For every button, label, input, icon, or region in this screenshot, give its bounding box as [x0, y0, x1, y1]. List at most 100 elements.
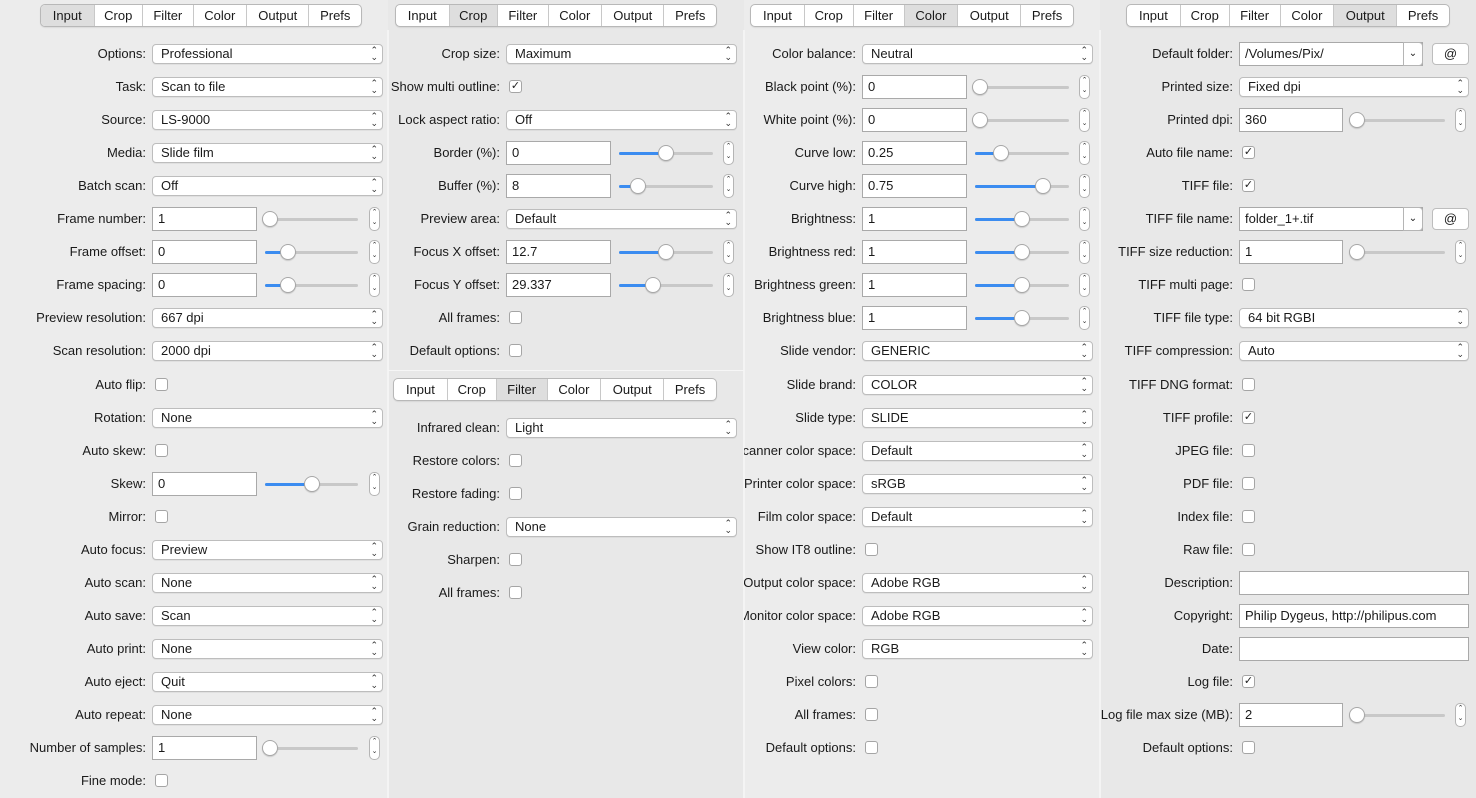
pixel-colors-checkbox[interactable] — [865, 675, 878, 688]
preview-resolution-select[interactable]: 667 dpi ⌃ ⌄ — [152, 308, 383, 328]
tab-input[interactable]: Input — [751, 5, 804, 26]
focus-y-offset-field[interactable]: 29.337 — [506, 273, 611, 297]
raw-file-checkbox[interactable] — [1242, 543, 1255, 556]
slide-type-select[interactable]: SLIDE ⌃ ⌄ — [862, 408, 1093, 428]
auto-file-name-checkbox[interactable]: ✓ — [1242, 146, 1255, 159]
brightness-green-stepper[interactable]: ⌃ ⌄ — [1079, 273, 1090, 297]
printed-dpi-stepper[interactable]: ⌃ ⌄ — [1455, 108, 1466, 132]
tab-prefs[interactable]: Prefs — [663, 379, 716, 400]
black-point-field[interactable]: 0 — [862, 75, 967, 99]
slider-knob[interactable] — [280, 277, 297, 293]
all-frames-checkbox[interactable] — [509, 586, 522, 599]
buffer-field[interactable]: 8 — [506, 174, 611, 198]
white-point-slider[interactable] — [971, 109, 1069, 131]
crop-size-select[interactable]: Maximum ⌃ ⌄ — [506, 44, 737, 64]
color-balance-select[interactable]: Neutral ⌃ ⌄ — [862, 44, 1093, 64]
focus-y-offset-slider[interactable] — [619, 274, 713, 296]
auto-print-select[interactable]: None ⌃ ⌄ — [152, 639, 383, 659]
auto-focus-select[interactable]: Preview ⌃ ⌄ — [152, 540, 383, 560]
slide-vendor-select[interactable]: GENERIC ⌃ ⌄ — [862, 341, 1093, 361]
jpeg-file-checkbox[interactable] — [1242, 444, 1255, 457]
sharpen-checkbox[interactable] — [509, 553, 522, 566]
tab-color[interactable]: Color — [1279, 5, 1334, 26]
tiff-size-reduction-slider[interactable] — [1348, 241, 1445, 263]
tiff-multi-page-checkbox[interactable] — [1242, 278, 1255, 291]
brightness-slider[interactable] — [975, 208, 1069, 230]
date-field[interactable] — [1239, 637, 1469, 661]
curve-high-stepper[interactable]: ⌃ ⌄ — [1079, 174, 1090, 198]
tab-input[interactable]: Input — [396, 5, 449, 26]
log-file-checkbox[interactable]: ✓ — [1242, 675, 1255, 688]
frame-offset-stepper[interactable]: ⌃ ⌄ — [369, 240, 380, 264]
printer-color-space-select[interactable]: sRGB ⌃ ⌄ — [862, 474, 1093, 494]
tab-output[interactable]: Output — [600, 379, 663, 400]
tab-color[interactable]: Color — [192, 5, 247, 26]
tiff-dng-format-checkbox[interactable] — [1242, 378, 1255, 391]
auto-repeat-select[interactable]: None ⌃ ⌄ — [152, 705, 383, 725]
preview-area-select[interactable]: Default ⌃ ⌄ — [506, 209, 737, 229]
default-options-checkbox[interactable] — [509, 344, 522, 357]
copyright-field[interactable]: Philip Dygeus, http://philipus.com — [1239, 604, 1469, 628]
tab-crop[interactable]: Crop — [93, 5, 143, 26]
slider-knob[interactable] — [993, 145, 1010, 161]
brightness-blue-field[interactable]: 1 — [862, 306, 967, 330]
tab-filter[interactable]: Filter — [852, 5, 904, 26]
slider-knob[interactable] — [1034, 178, 1051, 194]
tiff-compression-select[interactable]: Auto ⌃ ⌄ — [1239, 341, 1469, 361]
buffer-stepper[interactable]: ⌃ ⌄ — [723, 174, 734, 198]
frame-spacing-stepper[interactable]: ⌃ ⌄ — [369, 273, 380, 297]
focus-x-offset-stepper[interactable]: ⌃ ⌄ — [723, 240, 734, 264]
tab-color[interactable]: Color — [547, 5, 602, 26]
default-options-checkbox[interactable] — [1242, 741, 1255, 754]
brightness-green-slider[interactable] — [975, 274, 1069, 296]
output-color-space-select[interactable]: Adobe RGB ⌃ ⌄ — [862, 573, 1093, 593]
tab-crop[interactable]: Crop — [1179, 5, 1229, 26]
focus-x-offset-field[interactable]: 12.7 — [506, 240, 611, 264]
slider-knob[interactable] — [1348, 112, 1365, 128]
default-options-checkbox[interactable] — [865, 741, 878, 754]
tiff-profile-checkbox[interactable]: ✓ — [1242, 411, 1255, 424]
source-select[interactable]: LS-9000 ⌃ ⌄ — [152, 110, 383, 130]
border-slider[interactable] — [619, 142, 713, 164]
monitor-color-space-select[interactable]: Adobe RGB ⌃ ⌄ — [862, 606, 1093, 626]
tab-filter[interactable]: Filter — [1228, 5, 1280, 26]
log-file-max-size-mb-field[interactable]: 2 — [1239, 703, 1343, 727]
tab-color[interactable]: Color — [903, 5, 958, 26]
scanner-color-space-select[interactable]: Default ⌃ ⌄ — [862, 441, 1093, 461]
fine-mode-checkbox[interactable] — [155, 774, 168, 787]
slider-knob[interactable] — [971, 79, 988, 95]
black-point-stepper[interactable]: ⌃ ⌄ — [1079, 75, 1090, 99]
tiff-size-reduction-stepper[interactable]: ⌃ ⌄ — [1455, 240, 1466, 264]
slider-knob[interactable] — [1014, 310, 1030, 326]
chevron-down-icon[interactable]: ⌄ — [1403, 207, 1423, 231]
slider-knob[interactable] — [261, 211, 278, 227]
log-file-max-size-mb-stepper[interactable]: ⌃ ⌄ — [1455, 703, 1466, 727]
slider-knob[interactable] — [1348, 707, 1365, 723]
tab-filter[interactable]: Filter — [497, 5, 548, 26]
frame-number-slider[interactable] — [261, 208, 358, 230]
curve-low-slider[interactable] — [975, 142, 1069, 164]
brightness-blue-slider[interactable] — [975, 307, 1069, 329]
auto-skew-checkbox[interactable] — [155, 444, 168, 457]
brightness-red-field[interactable]: 1 — [862, 240, 967, 264]
log-file-max-size-mb-slider[interactable] — [1348, 704, 1445, 726]
tab-prefs[interactable]: Prefs — [308, 5, 361, 26]
focus-y-offset-stepper[interactable]: ⌃ ⌄ — [723, 273, 734, 297]
auto-scan-select[interactable]: None ⌃ ⌄ — [152, 573, 383, 593]
view-color-select[interactable]: RGB ⌃ ⌄ — [862, 639, 1093, 659]
tiff-file-name-combo[interactable]: folder_1+.tif ⌄ — [1239, 207, 1423, 231]
slider-knob[interactable] — [629, 178, 646, 194]
skew-slider[interactable] — [265, 473, 358, 495]
frame-number-stepper[interactable]: ⌃ ⌄ — [369, 207, 380, 231]
curve-low-field[interactable]: 0.25 — [862, 141, 967, 165]
tiff-file-name-at-button[interactable]: @ — [1432, 208, 1469, 230]
tab-prefs[interactable]: Prefs — [663, 5, 716, 26]
tab-crop[interactable]: Crop — [448, 5, 498, 26]
scan-resolution-select[interactable]: 2000 dpi ⌃ ⌄ — [152, 341, 383, 361]
default-folder-at-button[interactable]: @ — [1432, 43, 1469, 65]
task-select[interactable]: Scan to file ⌃ ⌄ — [152, 77, 383, 97]
show-multi-outline-checkbox[interactable]: ✓ — [509, 80, 522, 93]
tab-crop[interactable]: Crop — [803, 5, 853, 26]
tiff-file-checkbox[interactable]: ✓ — [1242, 179, 1255, 192]
number-of-samples-stepper[interactable]: ⌃ ⌄ — [369, 736, 380, 760]
